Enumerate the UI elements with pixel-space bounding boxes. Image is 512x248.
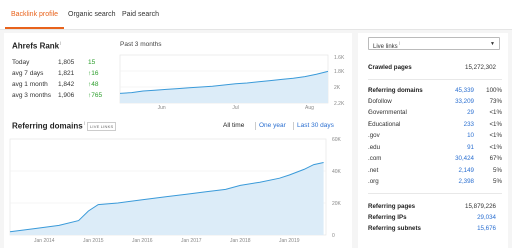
tab-backlink-profile[interactable]: Backlink profile: [11, 11, 58, 18]
divider: [255, 122, 256, 130]
active-tab-indicator: [5, 27, 64, 29]
rank-row: Today 1,805 15: [12, 59, 96, 66]
x-tick-label: Jan 2017: [181, 238, 202, 244]
tab-organic-search[interactable]: Organic search: [68, 11, 115, 18]
x-tick-label: Jan 2018: [230, 238, 251, 244]
overview-panel: Ahrefs Ranki Today 1,805 15 avg 7 days 1,82…: [4, 33, 352, 248]
com-link[interactable]: 30,424: [455, 155, 474, 162]
referring-ips-link[interactable]: 29,034: [477, 214, 496, 221]
info-icon[interactable]: i: [399, 41, 400, 47]
rank-row: avg 3 months 1,906 ↑765: [12, 92, 103, 99]
rank-row: avg 1 month 1,842 ↑48: [12, 81, 99, 88]
info-icon[interactable]: i: [60, 41, 61, 47]
referring-domains-title: Referring domainsi: [12, 121, 85, 131]
edu-link[interactable]: 91: [467, 144, 474, 151]
y-tick-label: 1.8K: [334, 69, 345, 75]
breakdown-row: .org 2,398 5%: [368, 178, 502, 185]
dofollow-link[interactable]: 33,209: [455, 98, 474, 105]
y-tick-label: 1.6K: [334, 55, 345, 61]
breakdown-row: Educational i 233 <1%: [368, 121, 502, 128]
educational-link[interactable]: 233: [464, 121, 474, 128]
y-tick-label: 0: [332, 233, 335, 239]
y-tick-label: 20K: [332, 201, 342, 207]
governmental-link[interactable]: 29: [467, 109, 474, 116]
tab-bar: Backlink profile Organic search Paid sea…: [0, 0, 512, 30]
referring-pages-row: Referring pages 15,879,226: [368, 203, 496, 210]
y-tick-label: 2K: [334, 85, 341, 91]
range-all-time[interactable]: All time: [223, 122, 244, 129]
gov-link[interactable]: 10: [467, 132, 474, 139]
breakdown-row: .gov 10 <1%: [368, 132, 502, 139]
x-tick-label: Aug: [305, 105, 314, 111]
breakdown-row: Governmental i 29 <1%: [368, 109, 502, 116]
x-tick-label: Jan 2019: [279, 238, 300, 244]
divider: [368, 193, 502, 194]
x-tick-label: Jun: [158, 105, 166, 111]
referring-subnets-link[interactable]: 15,676: [477, 225, 496, 232]
range-last-30-days[interactable]: Last 30 days: [297, 122, 334, 129]
range-one-year[interactable]: One year: [259, 122, 286, 129]
referring-domains-chart: Jan 2014 Jan 2015 Jan 2016 Jan 2017 Jan 2018…: [9, 137, 342, 244]
x-tick-label: Jan 2014: [34, 238, 55, 244]
breakdown-row: Dofollow i 33,209 73%: [368, 98, 502, 105]
crawled-pages-row: Crawled pages i 15,272,302: [368, 64, 496, 71]
tab-paid-search[interactable]: Paid search: [122, 11, 159, 18]
referring-subnets-row: Referring subnets 15,676: [368, 225, 496, 232]
divider: [293, 122, 294, 130]
y-tick-label: 2.2K: [334, 101, 345, 107]
ahrefs-rank-chart: Jun Jul Aug 1.6K 1.8K 2K 2.2K: [119, 54, 345, 111]
referring-domains-link[interactable]: 45,339: [455, 87, 474, 94]
referring-domains-row: Referring domains i 45,339 100%: [368, 87, 502, 94]
y-tick-label: 40K: [332, 169, 342, 175]
info-icon[interactable]: i: [84, 121, 85, 127]
live-links-badge: LIVE LINKS: [87, 122, 117, 131]
divider: [368, 79, 502, 80]
x-tick-label: Jul: [232, 105, 238, 111]
period-label: Past 3 months: [120, 41, 162, 48]
breakdown-row: .edu 91 <1%: [368, 144, 502, 151]
y-tick-label: 60K: [332, 137, 342, 143]
net-link[interactable]: 2,149: [459, 167, 474, 174]
x-tick-label: Jan 2015: [83, 238, 104, 244]
ahrefs-rank-title: Ahrefs Ranki: [12, 41, 62, 51]
org-link[interactable]: 2,398: [459, 178, 474, 185]
stats-panel: Live linksi ▼ Crawled pages i 15,272,302 …: [358, 33, 508, 248]
link-type-select[interactable]: Live linksi ▼: [368, 37, 500, 50]
rank-row: avg 7 days 1,821 ↑16: [12, 70, 99, 77]
x-tick-label: Jan 2016: [132, 238, 153, 244]
referring-ips-row: Referring IPs 29,034: [368, 214, 496, 221]
breakdown-row: .net 2,149 5%: [368, 167, 502, 174]
chevron-down-icon: ▼: [490, 41, 495, 47]
breakdown-row: .com 30,424 67%: [368, 155, 502, 162]
